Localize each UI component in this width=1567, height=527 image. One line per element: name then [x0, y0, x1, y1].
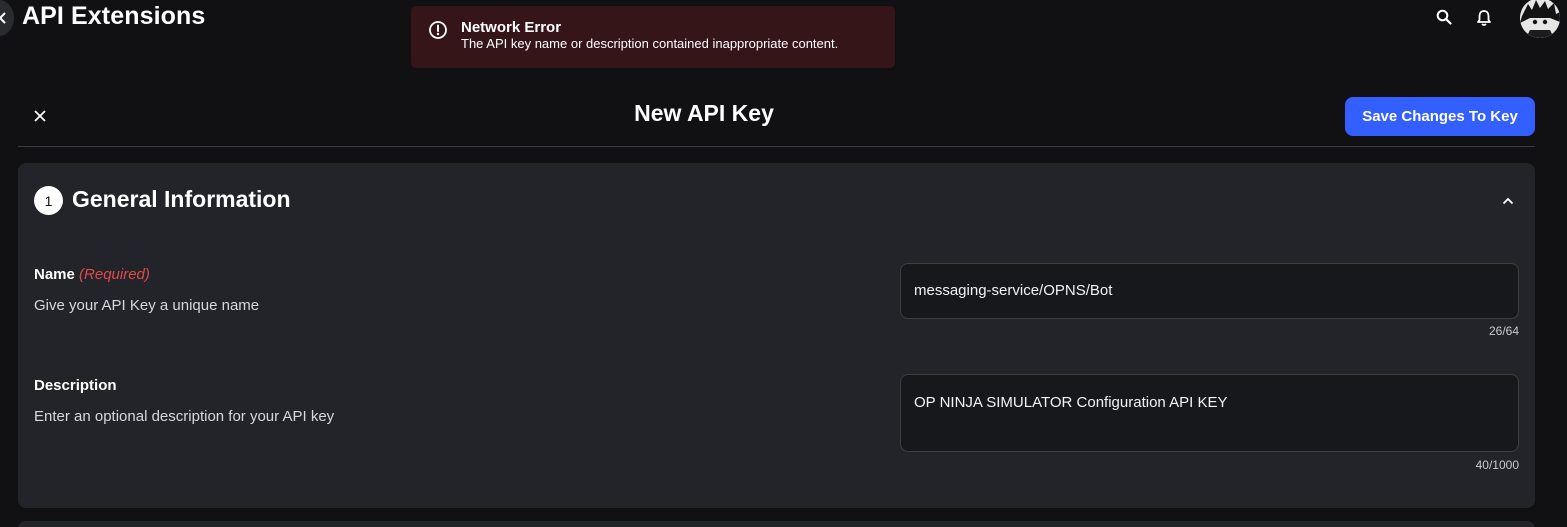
page-title: New API Key [634, 100, 774, 126]
app-title: API Extensions [22, 2, 206, 30]
notifications-button[interactable] [1473, 7, 1495, 29]
back-button[interactable] [0, 0, 14, 36]
section-title: General Information [72, 186, 291, 212]
general-information-section: 1 General Information Name (Required) Gi… [18, 163, 1535, 508]
header-divider [18, 146, 1535, 147]
description-field-help: Enter an optional description for your A… [34, 408, 335, 425]
required-indicator: (Required) [79, 266, 150, 283]
alert-circle-icon [429, 21, 447, 39]
next-section-edge [18, 521, 1535, 527]
collapse-section-button[interactable] [1499, 192, 1517, 210]
search-icon [1436, 9, 1452, 25]
name-char-counter: 26/64 [1488, 324, 1519, 338]
name-field-help: Give your API Key a unique name [34, 297, 260, 314]
description-field-label: Description [34, 377, 117, 394]
name-label-text: Name [34, 266, 75, 283]
description-textarea[interactable]: OP NINJA SIMULATOR Configuration API KEY [900, 374, 1519, 452]
chevron-left-icon [0, 12, 6, 24]
step-number-badge: 1 [34, 186, 63, 215]
name-input[interactable]: messaging-service/OPNS/Bot [900, 263, 1519, 319]
save-changes-button[interactable]: Save Changes To Key [1345, 97, 1535, 136]
error-toast: Network Error The API key name or descri… [411, 6, 895, 68]
bell-icon [1477, 10, 1491, 26]
avatar[interactable] [1520, 0, 1560, 38]
description-char-counter: 40/1000 [1475, 458, 1519, 472]
chevron-up-icon [1502, 197, 1514, 205]
toast-title: Network Error [461, 19, 562, 36]
toast-text: Network Error The API key name or descri… [461, 19, 838, 51]
search-button[interactable] [1433, 6, 1455, 28]
name-field-label: Name (Required) [34, 266, 150, 283]
app-root: API Extensions Network Error The API key… [0, 0, 1567, 527]
avatar-image [1520, 0, 1560, 38]
toast-message: The API key name or description containe… [461, 36, 839, 51]
